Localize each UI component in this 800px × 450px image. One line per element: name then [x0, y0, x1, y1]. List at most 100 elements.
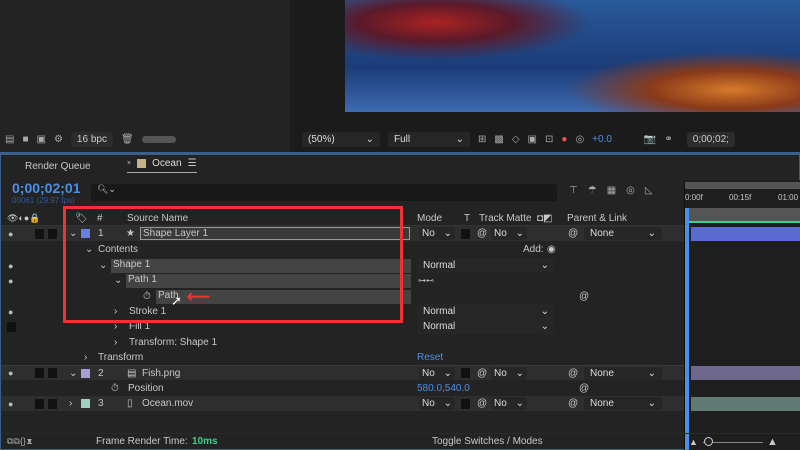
show-snapshot-icon[interactable]: ⚭: [664, 134, 672, 145]
timeline-track-area[interactable]: 0:00f 00:15f 01:00: [684, 180, 800, 450]
pickwhip-icon[interactable]: @: [477, 398, 487, 409]
graph-editor-icon[interactable]: ◺: [645, 185, 653, 196]
mode-dropdown[interactable]: No ⌄: [419, 397, 455, 410]
layer-row-2[interactable]: ● ⌄ 2 ▤ Fish.png No ⌄ @ No ⌄ @ None ⌄: [1, 365, 684, 380]
label-color[interactable]: [81, 368, 90, 378]
layer-row-3[interactable]: ● › 3 ▯ Ocean.mov No ⌄ @ No ⌄ @ None ⌄: [1, 396, 684, 411]
viewer-timecode[interactable]: 0;00;02;: [686, 132, 735, 147]
chevron-right-icon[interactable]: ›: [84, 352, 87, 363]
blend-mode-dropdown[interactable]: Normal ⌄: [417, 319, 555, 334]
ruler-label: 01:00: [778, 193, 799, 202]
eye-icon[interactable]: ●: [8, 276, 13, 286]
playhead[interactable]: [685, 208, 689, 450]
position-label: Position: [128, 383, 164, 394]
parent-pickwhip-icon[interactable]: @: [568, 398, 578, 409]
transform-row[interactable]: › Transform Reset: [1, 350, 684, 365]
pickwhip-icon[interactable]: @: [579, 291, 589, 302]
chevron-right-icon[interactable]: ›: [114, 337, 117, 348]
add-icon[interactable]: ◉: [547, 244, 556, 255]
search-input[interactable]: 🔍︎⌄: [91, 184, 557, 201]
transform-shape-row[interactable]: › Transform: Shape 1: [1, 335, 684, 350]
layer-bar-3[interactable]: [691, 397, 800, 411]
chevron-down-icon: ⌄: [365, 134, 374, 145]
blend-mode-dropdown[interactable]: Normal ⌄: [417, 304, 555, 319]
eye-icon[interactable]: ●: [8, 368, 13, 378]
layer-name[interactable]: Ocean.mov: [142, 398, 193, 409]
exposure-value[interactable]: +0.0: [592, 134, 612, 145]
blend-mode-dropdown[interactable]: Normal ⌄: [417, 258, 555, 273]
fast-preview-icon[interactable]: ⊞: [478, 134, 486, 145]
project-toolbar: ▤ ■ ▣ ⚙ 16 bpc 🗑: [5, 132, 176, 147]
parent-pickwhip-icon[interactable]: @: [568, 368, 578, 379]
eye-icon[interactable]: ●: [8, 261, 13, 271]
composition-flowchart-icon[interactable]: ⊤: [569, 185, 578, 196]
position-value[interactable]: 580.0,540.0: [417, 383, 470, 394]
trash-icon[interactable]: 🗑: [121, 134, 134, 145]
zoom-in-icon[interactable]: ▲: [767, 436, 778, 448]
tab-ocean[interactable]: × Ocean ☰: [127, 158, 197, 173]
parent-pickwhip-icon[interactable]: @: [568, 228, 578, 239]
layer-number: 2: [98, 367, 104, 379]
footer-switch-icons[interactable]: ⧉⧉{}♜: [7, 436, 33, 447]
pickwhip-icon[interactable]: @: [477, 368, 487, 379]
frame-count: 00061 (29.97 fps): [12, 196, 75, 205]
resolution-value: Full: [394, 134, 411, 145]
zoom-out-icon[interactable]: ▲: [689, 437, 698, 447]
resolution-dropdown[interactable]: Full ⌄: [388, 132, 470, 147]
zoom-dropdown[interactable]: (50%) ⌄: [302, 132, 380, 147]
motion-blur-icon[interactable]: ◎: [626, 185, 635, 196]
chevron-right-icon[interactable]: ›: [69, 398, 72, 409]
folder-icon[interactable]: ■: [22, 134, 28, 145]
layer-name[interactable]: Fish.png: [142, 368, 180, 379]
guides-icon[interactable]: ⊡: [545, 134, 553, 145]
position-row[interactable]: ⏱ Position 580.0,540.0 @: [1, 381, 684, 396]
path-direction-icon[interactable]: ⊶⊷: [418, 276, 434, 285]
work-area-bar[interactable]: [685, 182, 800, 189]
chevron-down-icon[interactable]: ⌄: [69, 368, 77, 379]
matte-value: No: [494, 228, 507, 239]
current-timecode[interactable]: 0;00;02;01: [12, 180, 81, 196]
transparency-grid-icon[interactable]: ▩: [494, 134, 503, 145]
frame-render-label: Frame Render Time:: [96, 436, 188, 447]
composition-icon[interactable]: ▣: [37, 134, 46, 145]
menu-icon[interactable]: ☰: [188, 158, 197, 169]
exposure-icon[interactable]: ◎: [575, 134, 584, 145]
track-matte-dropdown[interactable]: No ⌄: [491, 227, 527, 240]
flow-icon[interactable]: ⚙: [54, 134, 63, 145]
shy-icon[interactable]: ☂: [588, 185, 597, 196]
eye-icon[interactable]: ●: [8, 399, 13, 409]
zoom-slider-handle[interactable]: [704, 437, 713, 446]
parent-dropdown[interactable]: None ⌄: [584, 366, 662, 380]
mode-dropdown[interactable]: No ⌄: [419, 227, 455, 240]
toggle-switches-modes[interactable]: Toggle Switches / Modes: [432, 436, 543, 447]
file-icon: ▤: [127, 367, 137, 379]
reset-link[interactable]: Reset: [417, 352, 443, 363]
track-matte-dropdown[interactable]: No ⌄: [491, 366, 527, 380]
label-color[interactable]: [81, 399, 90, 408]
pickwhip-icon[interactable]: @: [579, 383, 589, 394]
eye-icon[interactable]: ●: [8, 307, 13, 317]
track-matte-dropdown[interactable]: No ⌄: [491, 397, 527, 410]
column-mode: Mode: [417, 212, 443, 224]
eye-icon[interactable]: ●: [8, 229, 13, 239]
layer-bar-1[interactable]: [691, 227, 800, 241]
parent-dropdown[interactable]: None ⌄: [584, 397, 662, 410]
render-queue-icon[interactable]: ▤: [5, 134, 14, 145]
layer-bar-2[interactable]: [691, 366, 800, 380]
bpc-button[interactable]: 16 bpc: [70, 132, 113, 147]
parent-dropdown[interactable]: None ⌄: [584, 227, 662, 240]
stopwatch-icon[interactable]: ⏱: [111, 383, 119, 394]
close-icon[interactable]: ×: [127, 160, 131, 167]
tab-render-queue[interactable]: Render Queue: [25, 161, 91, 172]
snapshot-icon[interactable]: 📷: [644, 134, 656, 145]
thumbnail-slider[interactable]: [141, 136, 176, 143]
pickwhip-icon[interactable]: @: [477, 228, 487, 239]
mode-dropdown[interactable]: No ⌄: [419, 366, 455, 380]
av-switches-icon: 👁◐●🔒: [7, 212, 41, 223]
frame-blending-icon[interactable]: ▦: [607, 185, 616, 196]
mask-visibility-icon[interactable]: ◇: [512, 134, 520, 145]
region-of-interest-icon[interactable]: ▣: [528, 134, 537, 145]
matte-value: No: [494, 367, 507, 379]
timeline-switches: ⊤ ☂ ▦ ◎ ◺: [569, 185, 653, 196]
channel-icon[interactable]: ●: [561, 134, 567, 145]
